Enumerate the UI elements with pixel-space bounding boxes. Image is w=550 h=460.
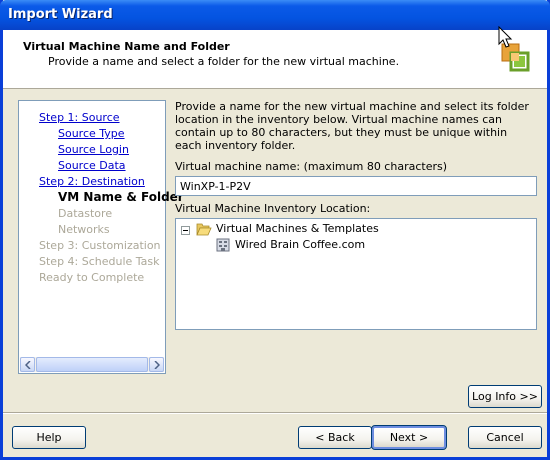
wizard-header: Virtual Machine Name and Folder Provide …: [3, 30, 547, 89]
step-destination-link[interactable]: Step 2: Destination: [39, 175, 145, 188]
step-source-type-link[interactable]: Source Type: [58, 127, 125, 140]
datacenter-icon: [216, 238, 230, 252]
cancel-label: Cancel: [486, 431, 524, 444]
step-ready-to-complete: Ready to Complete: [39, 271, 145, 284]
step-datastore: Datastore: [58, 207, 113, 220]
step-source-login-link[interactable]: Source Login: [58, 143, 129, 156]
vm-name-label: Virtual machine name: (maximum 80 charac…: [175, 160, 448, 173]
arrow-left-icon: [25, 361, 31, 369]
step-schedule-task: Step 4: Schedule Task: [39, 255, 160, 268]
wizard-steps-panel: Step 1: Source Source Type Source Login …: [18, 100, 184, 374]
header-title: Virtual Machine Name and Folder: [23, 40, 230, 53]
next-button[interactable]: Next >: [371, 425, 447, 450]
step-vm-name-folder: VM Name & Folder: [58, 190, 184, 204]
inventory-tree[interactable]: Virtual Machines & Templates Wired Brain…: [175, 218, 537, 330]
window-title: Import Wizard: [8, 7, 113, 22]
next-label: Next >: [389, 431, 429, 444]
collapse-toggle-icon[interactable]: [181, 226, 190, 235]
steps-horizontal-scrollbar[interactable]: [20, 357, 164, 372]
tree-item-vm-templates[interactable]: Virtual Machines & Templates: [216, 222, 379, 235]
scroll-thumb[interactable]: [36, 357, 148, 372]
scroll-right-button[interactable]: [149, 357, 164, 372]
step-networks: Networks: [58, 223, 110, 236]
back-label: < Back: [315, 431, 355, 444]
step-source-data-link[interactable]: Source Data: [58, 159, 126, 172]
arrow-right-icon: [154, 361, 160, 369]
back-button[interactable]: < Back: [298, 426, 372, 449]
scroll-left-button[interactable]: [20, 357, 35, 372]
title-bar[interactable]: Import Wizard: [0, 0, 550, 30]
vm-name-input[interactable]: [175, 176, 537, 196]
tree-item-datacenter[interactable]: Wired Brain Coffee.com: [235, 238, 365, 251]
log-info-label: Log Info >>: [472, 390, 538, 403]
log-info-button[interactable]: Log Info >>: [468, 385, 542, 408]
help-button[interactable]: Help: [12, 426, 86, 449]
mouse-cursor-icon: [498, 26, 513, 48]
help-label: Help: [36, 431, 62, 444]
cancel-button[interactable]: Cancel: [468, 426, 542, 449]
button-separator: [3, 412, 547, 414]
open-folder-icon: [196, 223, 212, 236]
step-source-link[interactable]: Step 1: Source: [39, 111, 120, 124]
instructions-text: Provide a name for the new virtual machi…: [175, 100, 529, 152]
inventory-location-label: Virtual Machine Inventory Location:: [175, 202, 371, 215]
step-customization: Step 3: Customization: [39, 239, 161, 252]
header-subtitle: Provide a name and select a folder for t…: [48, 55, 400, 68]
